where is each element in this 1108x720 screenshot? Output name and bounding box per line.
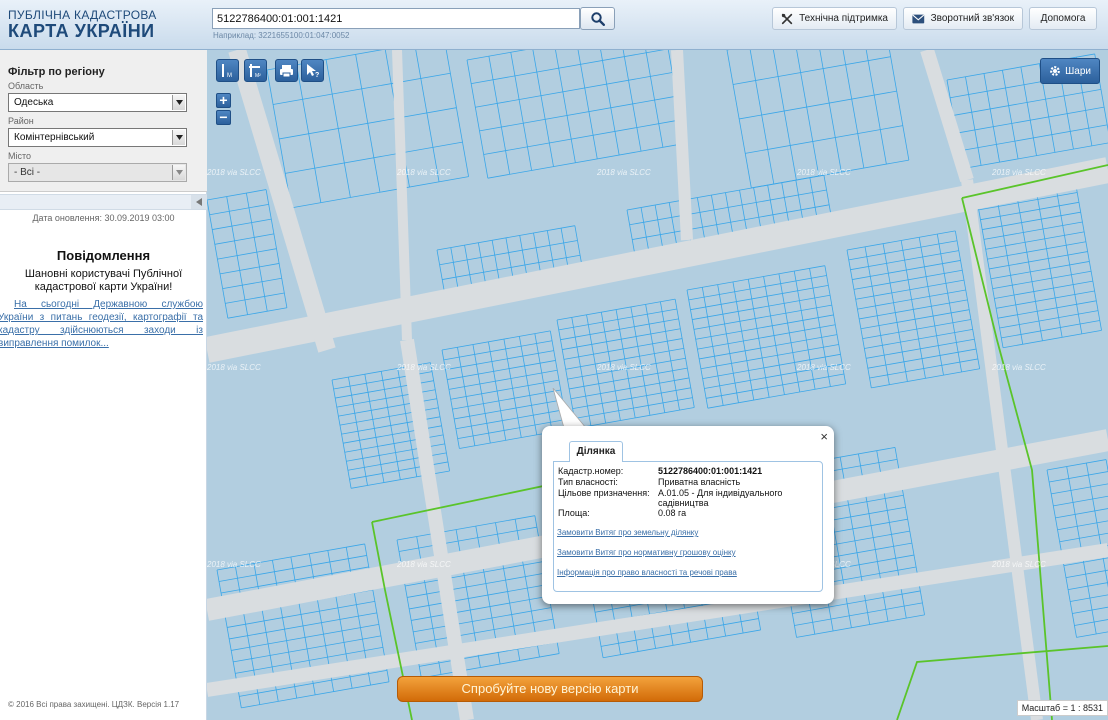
- order-valuation-extract-link[interactable]: Замовити Витяг про нормативну грошову оц…: [557, 548, 736, 557]
- map-watermark: 2018 via SLCC: [797, 363, 851, 372]
- info-value: 0.08 га: [658, 508, 687, 518]
- news-title: Повідомлення: [56, 248, 151, 263]
- city-select[interactable]: - Всі -: [8, 163, 187, 182]
- oblast-value: Одеська: [14, 97, 54, 108]
- map-watermark: 2018 via SLCC: [397, 363, 451, 372]
- svg-text:M: M: [227, 73, 232, 78]
- tech-support-button[interactable]: Технічна підтримка: [772, 7, 897, 30]
- logo-line-2: КАРТА УКРАЇНИ: [8, 21, 155, 41]
- print-icon: [280, 64, 293, 77]
- raion-value: Комінтернівський: [14, 132, 95, 143]
- tools-icon: [781, 13, 793, 24]
- site-logo[interactable]: ПУБЛІЧНА КАДАСТРОВА КАРТА УКРАЇНИ: [8, 8, 157, 42]
- measure-distance-button[interactable]: M: [216, 59, 239, 82]
- oblast-select[interactable]: Одеська: [8, 93, 187, 112]
- parcel-info-body: Кадастр.номер: 5122786400:01:001:1421 Ти…: [553, 461, 823, 592]
- map-watermark: 2018 via SLCC: [397, 168, 451, 177]
- measure-area-button[interactable]: M²: [244, 59, 267, 82]
- layers-button[interactable]: Шари: [1040, 58, 1100, 84]
- map-watermark: 2018 via SLCC: [797, 168, 851, 177]
- info-key: Кадастр.номер:: [558, 466, 624, 476]
- info-value: A.01.05 - Для індивідуального садівництв…: [658, 488, 783, 508]
- raion-select[interactable]: Комінтернівський: [8, 128, 187, 147]
- map-watermark: 2018 via SLCC: [207, 363, 261, 372]
- info-key: Цільове призначення:: [558, 488, 650, 498]
- order-land-extract-link[interactable]: Замовити Витяг про земельну ділянку: [557, 528, 698, 537]
- map-watermark: 2018 via SLCC: [207, 168, 261, 177]
- try-new-version-button[interactable]: Спробуйте нову версію карти: [397, 676, 703, 702]
- cadastral-search-input[interactable]: [212, 8, 580, 29]
- tab-parcel[interactable]: Ділянка: [569, 441, 623, 462]
- map-watermark: 2018 via SLCC: [397, 560, 451, 569]
- info-value: 5122786400:01:001:1421: [658, 466, 763, 476]
- map-watermark: 2018 via SLCC: [992, 363, 1046, 372]
- envelope-icon: [912, 14, 925, 23]
- ownership-info-link[interactable]: Інформація про право власності та речові…: [557, 568, 737, 577]
- parcel-info-popup: × Ділянка Кадастр.номер: 5122786400:01:0…: [542, 426, 834, 604]
- svg-text:M²: M²: [255, 73, 261, 78]
- oblast-label: Область: [8, 81, 44, 91]
- city-label: Місто: [8, 151, 32, 161]
- update-date: Дата оновлення: 30.09.2019 03:00: [32, 213, 175, 223]
- area-tool-icon: M²: [249, 64, 261, 78]
- gear-icon: [1050, 66, 1061, 76]
- distance-tool-icon: M: [222, 64, 232, 78]
- map-watermark: 2018 via SLCC: [992, 168, 1046, 177]
- map-watermark: 2018 via SLCC: [207, 560, 261, 569]
- info-value: Приватна власність: [658, 477, 741, 487]
- close-icon[interactable]: ×: [820, 429, 828, 444]
- raion-label: Район: [8, 116, 34, 126]
- map-scale: Масштаб = 1 : 8531: [1016, 700, 1108, 716]
- map-watermark: 2018 via SLCC: [992, 560, 1046, 569]
- copyright-text: © 2016 Всі права захищені. ЦДЗК. Версія …: [8, 700, 180, 709]
- news-greeting: Шановні користувачі Публічної кадастрово…: [24, 268, 183, 293]
- filter-title: Фільтр по регіону: [8, 66, 105, 78]
- tech-support-label: Технічна підтримка: [799, 13, 888, 24]
- popup-pointer: [552, 388, 587, 429]
- chevron-left-icon: [196, 198, 202, 206]
- info-key: Площа:: [558, 508, 590, 518]
- header-bar: ПУБЛІЧНА КАДАСТРОВА КАРТА УКРАЇНИ Наприк…: [0, 0, 1108, 50]
- map-watermark: 2018 via SLCC: [597, 168, 651, 177]
- feedback-label: Зворотний зв'язок: [930, 13, 1014, 24]
- zoom-in-button[interactable]: +: [216, 93, 231, 108]
- region-filter-panel: Фільтр по регіону Область Одеська Район …: [0, 50, 207, 192]
- search-icon: [590, 11, 605, 26]
- chevron-down-icon: [172, 130, 185, 145]
- search-hint: Наприклад: 3221655100:01:047:0052: [213, 31, 350, 40]
- sidebar: Фільтр по регіону Область Одеська Район …: [0, 50, 207, 720]
- city-value: - Всі -: [14, 167, 41, 178]
- identify-button[interactable]: ?: [301, 59, 324, 82]
- svg-text:?: ?: [315, 72, 319, 78]
- zoom-out-button[interactable]: −: [216, 110, 231, 125]
- chevron-down-icon: [172, 165, 185, 180]
- layers-label: Шари: [1065, 65, 1091, 77]
- identify-icon: ?: [307, 64, 319, 78]
- info-key: Тип власності:: [558, 477, 618, 487]
- logo-line-1: ПУБЛІЧНА КАДАСТРОВА: [8, 8, 157, 22]
- map-canvas[interactable]: [207, 50, 1108, 720]
- search-button[interactable]: [580, 7, 615, 30]
- news-link[interactable]: На сьогодні Державною службою України з …: [0, 298, 203, 350]
- map-watermark: 2018 via SLCC: [597, 363, 651, 372]
- chevron-down-icon: [172, 95, 185, 110]
- print-button[interactable]: [275, 59, 298, 82]
- cadastral-map[interactable]: 2018 via SLCC 2018 via SLCC 2018 via SLC…: [207, 50, 1108, 720]
- feedback-button[interactable]: Зворотний зв'язок: [903, 7, 1023, 30]
- collapse-sidebar-button[interactable]: [191, 195, 207, 209]
- sidebar-collapse-bar: [0, 194, 207, 210]
- help-label: Допомога: [1040, 13, 1086, 24]
- help-button[interactable]: Допомога: [1029, 7, 1097, 30]
